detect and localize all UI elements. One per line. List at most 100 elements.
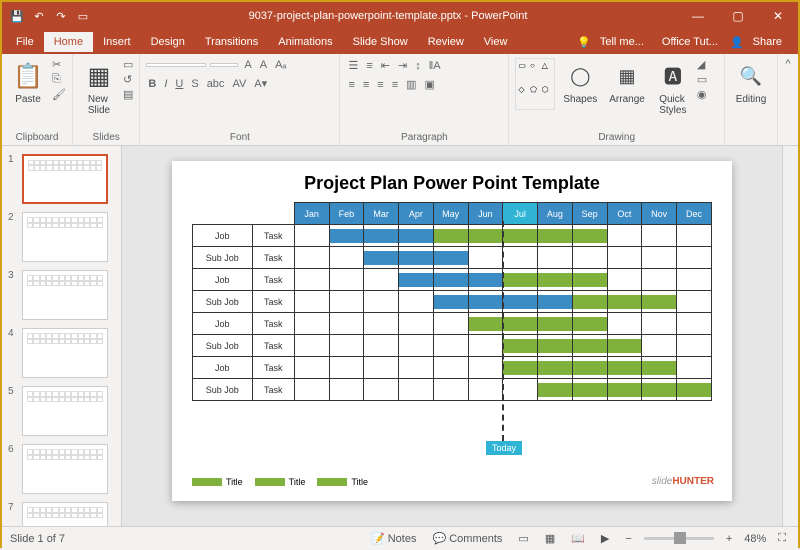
align-right-icon[interactable]: ≡ <box>375 78 385 92</box>
thumbnail-4[interactable]: 4 <box>2 324 121 382</box>
font-color-icon[interactable]: A▾ <box>252 76 269 91</box>
tab-view[interactable]: View <box>474 32 518 52</box>
fit-window-icon[interactable]: ⛶ <box>774 532 790 545</box>
section-icon[interactable]: ▤ <box>123 88 133 101</box>
thumbnail-2[interactable]: 2 <box>2 208 121 266</box>
underline-button[interactable]: U <box>173 77 185 91</box>
text-direction-icon[interactable]: ‖A <box>427 59 443 73</box>
tab-animations[interactable]: Animations <box>268 32 342 52</box>
align-left-icon[interactable]: ≡ <box>346 78 356 92</box>
tab-design[interactable]: Design <box>141 32 195 52</box>
ribbon-group-clipboard: 📋 Paste ✂ ⎘ 🖌 Clipboard <box>2 54 73 145</box>
legend-item: Title <box>255 477 306 487</box>
columns-icon[interactable]: ▥ <box>404 77 418 92</box>
close-button[interactable]: ✕ <box>758 2 798 30</box>
tell-me[interactable]: 💡 Tell me... <box>571 36 656 49</box>
reset-icon[interactable]: ↺ <box>123 73 133 86</box>
thumbnail-1[interactable]: 1 <box>2 150 121 208</box>
char-spacing-icon[interactable]: AV <box>230 77 248 91</box>
office-tut[interactable]: Office Tut... <box>656 36 724 48</box>
italic-button[interactable]: I <box>162 77 169 91</box>
smartart-icon[interactable]: ▣ <box>423 77 437 92</box>
cut-icon[interactable]: ✂ <box>52 58 66 71</box>
maximize-button[interactable]: ▢ <box>718 2 758 30</box>
reading-view-icon[interactable]: 📖 <box>567 532 589 545</box>
tab-home[interactable]: Home <box>44 32 93 52</box>
normal-view-icon[interactable]: ▭ <box>514 532 532 545</box>
workspace: 1234567 Project Plan Power Point Templat… <box>2 146 798 526</box>
format-painter-icon[interactable]: 🖌 <box>52 88 66 101</box>
window-title: 9037-project-plan-powerpoint-template.pp… <box>98 10 678 22</box>
zoom-level[interactable]: 48% <box>744 533 766 545</box>
arrange-button[interactable]: ▦ Arrange <box>605 58 649 107</box>
thumbnail-6[interactable]: 6 <box>2 440 121 498</box>
slide-title[interactable]: Project Plan Power Point Template <box>192 173 712 194</box>
increase-font-icon[interactable]: A <box>242 58 253 72</box>
quick-styles-button[interactable]: 🅰 Quick Styles <box>653 58 693 118</box>
zoom-slider[interactable] <box>644 537 714 540</box>
start-slideshow-icon[interactable]: ▭ <box>76 9 90 23</box>
undo-icon[interactable]: ↶ <box>32 9 46 23</box>
shape-gallery[interactable]: ▭○△◇⬠⬡ <box>515 58 555 110</box>
indent-right-icon[interactable]: ⇥ <box>396 58 409 73</box>
bullets-icon[interactable]: ☰ <box>346 58 360 73</box>
decrease-font-icon[interactable]: A <box>258 58 269 72</box>
slide-thumbnails: 1234567 <box>2 146 122 526</box>
numbering-icon[interactable]: ≡ <box>364 59 374 73</box>
tab-transitions[interactable]: Transitions <box>195 32 268 52</box>
thumbnail-7[interactable]: 7 <box>2 498 121 526</box>
tab-review[interactable]: Review <box>418 32 474 52</box>
tab-file[interactable]: File <box>6 32 44 52</box>
find-icon: 🔍 <box>735 60 767 92</box>
thumbnail-5[interactable]: 5 <box>2 382 121 440</box>
new-slide-button[interactable]: ▦ New Slide <box>79 58 119 118</box>
paste-button[interactable]: 📋 Paste <box>8 58 48 107</box>
arrange-icon: ▦ <box>611 60 643 92</box>
share-button[interactable]: 👤 Share <box>724 36 794 49</box>
editing-button[interactable]: 🔍 Editing <box>731 58 771 107</box>
notes-button[interactable]: 📝 Notes <box>367 532 421 545</box>
font-name-dropdown[interactable] <box>146 63 206 67</box>
ribbon-group-font: A A Aₐ B I U S abc AV A▾ Font <box>140 54 340 145</box>
quick-access-toolbar: 💾 ↶ ↷ ▭ <box>2 9 98 23</box>
today-line <box>502 221 504 441</box>
thumbnail-3[interactable]: 3 <box>2 266 121 324</box>
tab-insert[interactable]: Insert <box>93 32 141 52</box>
font-size-dropdown[interactable] <box>210 63 238 67</box>
align-center-icon[interactable]: ≡ <box>361 78 371 92</box>
slide-editor[interactable]: Project Plan Power Point Template JanFeb… <box>122 146 782 526</box>
justify-icon[interactable]: ≡ <box>390 78 400 92</box>
gantt-chart[interactable]: JanFebMarAprMayJunJulAugSepOctNovDecJobT… <box>192 202 712 401</box>
shadow-button[interactable]: abc <box>205 77 227 91</box>
ribbon-tabs: File Home Insert Design Transitions Anim… <box>2 30 798 54</box>
vertical-scrollbar[interactable] <box>782 146 798 526</box>
clear-format-icon[interactable]: Aₐ <box>273 58 288 72</box>
slideshow-view-icon[interactable]: ▶ <box>597 532 613 545</box>
legend: TitleTitleTitle <box>192 477 368 487</box>
paste-icon: 📋 <box>12 60 44 92</box>
today-marker[interactable]: Today <box>486 441 522 455</box>
bold-button[interactable]: B <box>146 77 158 91</box>
indent-left-icon[interactable]: ⇤ <box>379 58 392 73</box>
shape-effects-icon[interactable]: ◉ <box>697 88 707 101</box>
line-spacing-icon[interactable]: ↕ <box>413 59 423 73</box>
copy-icon[interactable]: ⎘ <box>52 73 66 86</box>
slide-canvas[interactable]: Project Plan Power Point Template JanFeb… <box>172 161 732 501</box>
minimize-button[interactable]: — <box>678 2 718 30</box>
collapse-ribbon-icon[interactable]: ^ <box>785 58 790 70</box>
window-controls: — ▢ ✕ <box>678 2 798 30</box>
zoom-in-button[interactable]: + <box>722 533 736 545</box>
shape-outline-icon[interactable]: ▭ <box>697 73 707 86</box>
shapes-icon: ◯ <box>564 60 596 92</box>
save-icon[interactable]: 💾 <box>10 9 24 23</box>
zoom-out-button[interactable]: − <box>621 533 635 545</box>
sorter-view-icon[interactable]: ▦ <box>541 532 559 545</box>
slide-counter[interactable]: Slide 1 of 7 <box>10 533 65 545</box>
shape-fill-icon[interactable]: ◢ <box>697 58 707 71</box>
tab-slideshow[interactable]: Slide Show <box>343 32 418 52</box>
redo-icon[interactable]: ↷ <box>54 9 68 23</box>
layout-icon[interactable]: ▭ <box>123 58 133 71</box>
shapes-button[interactable]: ◯ Shapes <box>559 58 601 107</box>
strikethrough-button[interactable]: S <box>189 77 200 91</box>
comments-button[interactable]: 💬 Comments <box>428 532 506 545</box>
